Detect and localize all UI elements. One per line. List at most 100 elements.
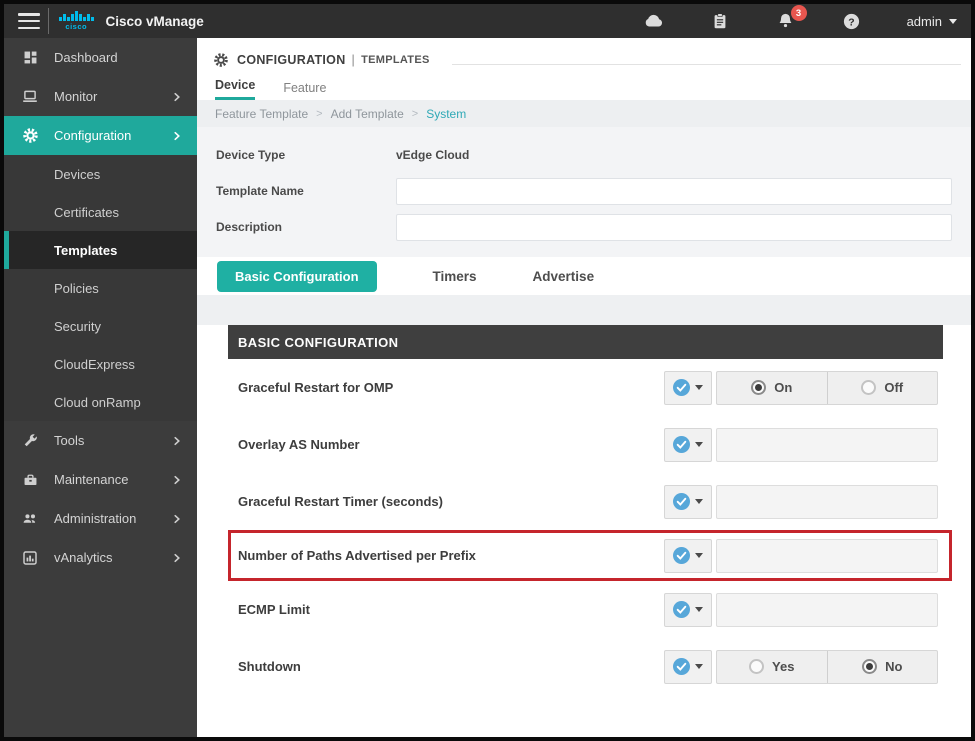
sidebar-item-certificates[interactable]: Certificates: [4, 193, 197, 231]
radio-label: On: [774, 380, 792, 395]
notifications-bell-icon[interactable]: 3: [775, 11, 797, 31]
chevron-down-icon: [695, 553, 703, 558]
app-title: Cisco vManage: [106, 14, 204, 29]
radio-option-off[interactable]: Off: [827, 372, 938, 404]
scope-dropdown[interactable]: [664, 428, 712, 462]
tasks-clipboard-icon[interactable]: [709, 11, 731, 31]
sidebar-item-cloud-onramp[interactable]: Cloud onRamp: [4, 383, 197, 421]
radio-icon: [751, 380, 766, 395]
breadcrumb-feature-template[interactable]: Feature Template: [215, 107, 308, 121]
overlay-as-number-input[interactable]: [716, 428, 938, 462]
scope-dropdown[interactable]: [664, 593, 712, 627]
sidebar-item-vanalytics[interactable]: vAnalytics: [4, 538, 197, 577]
radio-label: Yes: [772, 659, 794, 674]
description-input[interactable]: [396, 214, 952, 241]
tab-timers[interactable]: Timers: [433, 269, 477, 284]
radio-option-no[interactable]: No: [827, 651, 938, 683]
sidebar-item-devices[interactable]: Devices: [4, 155, 197, 193]
sidebar-item-label: Configuration: [54, 128, 131, 143]
radio-group: On Off: [716, 371, 938, 405]
row-graceful-restart-omp: Graceful Restart for OMP: [197, 359, 971, 416]
scope-dropdown[interactable]: [664, 485, 712, 519]
configuration-submenu: Devices Certificates Templates Policies …: [4, 155, 197, 421]
bar-chart-icon: [20, 550, 40, 566]
chevron-down-icon: [695, 442, 703, 447]
sidebar-item-monitor[interactable]: Monitor: [4, 77, 197, 116]
highlight-box: Number of Paths Advertised per Prefix: [228, 530, 952, 581]
check-circle-icon: [673, 547, 690, 564]
section-title-bar: BASIC CONFIGURATION: [228, 325, 943, 359]
check-circle-icon: [673, 436, 690, 453]
main-content: CONFIGURATION | TEMPLATES Device Feature…: [197, 38, 971, 737]
help-icon[interactable]: ?: [841, 11, 863, 31]
username: admin: [907, 14, 942, 29]
ecmp-limit-input[interactable]: [716, 593, 938, 627]
sidebar-item-label: Maintenance: [54, 472, 128, 487]
radio-label: No: [885, 659, 902, 674]
notification-badge: 3: [791, 5, 807, 21]
menu-toggle-icon[interactable]: [18, 13, 40, 29]
chevron-right-icon: [171, 513, 183, 525]
chevron-right-icon: [171, 552, 183, 564]
row-number-of-paths: Number of Paths Advertised per Prefix: [231, 533, 949, 578]
row-overlay-as-number: Overlay AS Number: [197, 416, 971, 473]
sidebar-item-security[interactable]: Security: [4, 307, 197, 345]
breadcrumb-separator: >: [316, 108, 322, 120]
breadcrumb-system[interactable]: System: [426, 107, 466, 121]
template-name-label: Template Name: [216, 184, 396, 198]
scope-dropdown[interactable]: [664, 539, 712, 573]
cisco-wordmark: cisco: [65, 22, 87, 31]
paths-per-prefix-input[interactable]: [716, 539, 938, 573]
user-menu[interactable]: admin: [907, 14, 957, 29]
chevron-down-icon: [695, 664, 703, 669]
sidebar-item-configuration[interactable]: Configuration: [4, 116, 197, 155]
field-label: Overlay AS Number: [238, 437, 360, 452]
brand: cisco Cisco vManage: [59, 11, 204, 31]
section-tabs: Basic Configuration Timers Advertise: [197, 257, 971, 295]
device-type-value: vEdge Cloud: [396, 148, 469, 162]
dashboard-grid-icon: [20, 49, 40, 66]
tab-device[interactable]: Device: [215, 78, 255, 100]
tab-feature[interactable]: Feature: [283, 81, 326, 100]
radio-option-yes[interactable]: Yes: [717, 651, 827, 683]
check-circle-icon: [673, 493, 690, 510]
radio-option-on[interactable]: On: [717, 372, 827, 404]
sidebar-item-cloudexpress[interactable]: CloudExpress: [4, 345, 197, 383]
sidebar-item-maintenance[interactable]: Maintenance: [4, 460, 197, 499]
sidebar-item-tools[interactable]: Tools: [4, 421, 197, 460]
description-row: Description: [197, 209, 971, 245]
description-label: Description: [216, 220, 396, 234]
sidebar-item-templates[interactable]: Templates: [4, 231, 197, 269]
scope-dropdown[interactable]: [664, 371, 712, 405]
tab-basic-configuration[interactable]: Basic Configuration: [217, 261, 377, 292]
field-label: ECMP Limit: [238, 602, 310, 617]
graceful-restart-timer-input[interactable]: [716, 485, 938, 519]
row-shutdown: Shutdown Yes: [197, 638, 971, 695]
breadcrumb-add-template[interactable]: Add Template: [331, 107, 404, 121]
monitor-laptop-icon: [20, 88, 40, 105]
top-bar: cisco Cisco vManage: [4, 4, 971, 38]
topbar-divider: [48, 8, 49, 34]
wrench-icon: [20, 432, 40, 449]
cloud-icon[interactable]: [643, 11, 665, 31]
sub-item-label: Templates: [54, 243, 117, 258]
field-label: Graceful Restart Timer (seconds): [238, 494, 443, 509]
topbar-actions: 3 ? admin: [643, 11, 957, 31]
scope-dropdown[interactable]: [664, 650, 712, 684]
basic-configuration-card: BASIC CONFIGURATION Graceful Restart for…: [197, 325, 971, 737]
title-separator: |: [352, 53, 356, 67]
sub-item-label: Certificates: [54, 205, 119, 220]
sidebar-item-dashboard[interactable]: Dashboard: [4, 38, 197, 77]
field-label: Number of Paths Advertised per Prefix: [238, 548, 476, 563]
breadcrumb: Feature Template > Add Template > System: [197, 100, 971, 127]
field-label: Shutdown: [238, 659, 301, 674]
sidebar-item-policies[interactable]: Policies: [4, 269, 197, 307]
template-name-input[interactable]: [396, 178, 952, 205]
row-ecmp-limit: ECMP Limit: [197, 581, 971, 638]
sidebar-item-administration[interactable]: Administration: [4, 499, 197, 538]
chevron-down-icon: [949, 19, 957, 24]
tab-advertise[interactable]: Advertise: [533, 269, 595, 284]
radio-icon: [861, 380, 876, 395]
chevron-right-icon: [171, 130, 183, 142]
device-type-label: Device Type: [216, 148, 396, 162]
